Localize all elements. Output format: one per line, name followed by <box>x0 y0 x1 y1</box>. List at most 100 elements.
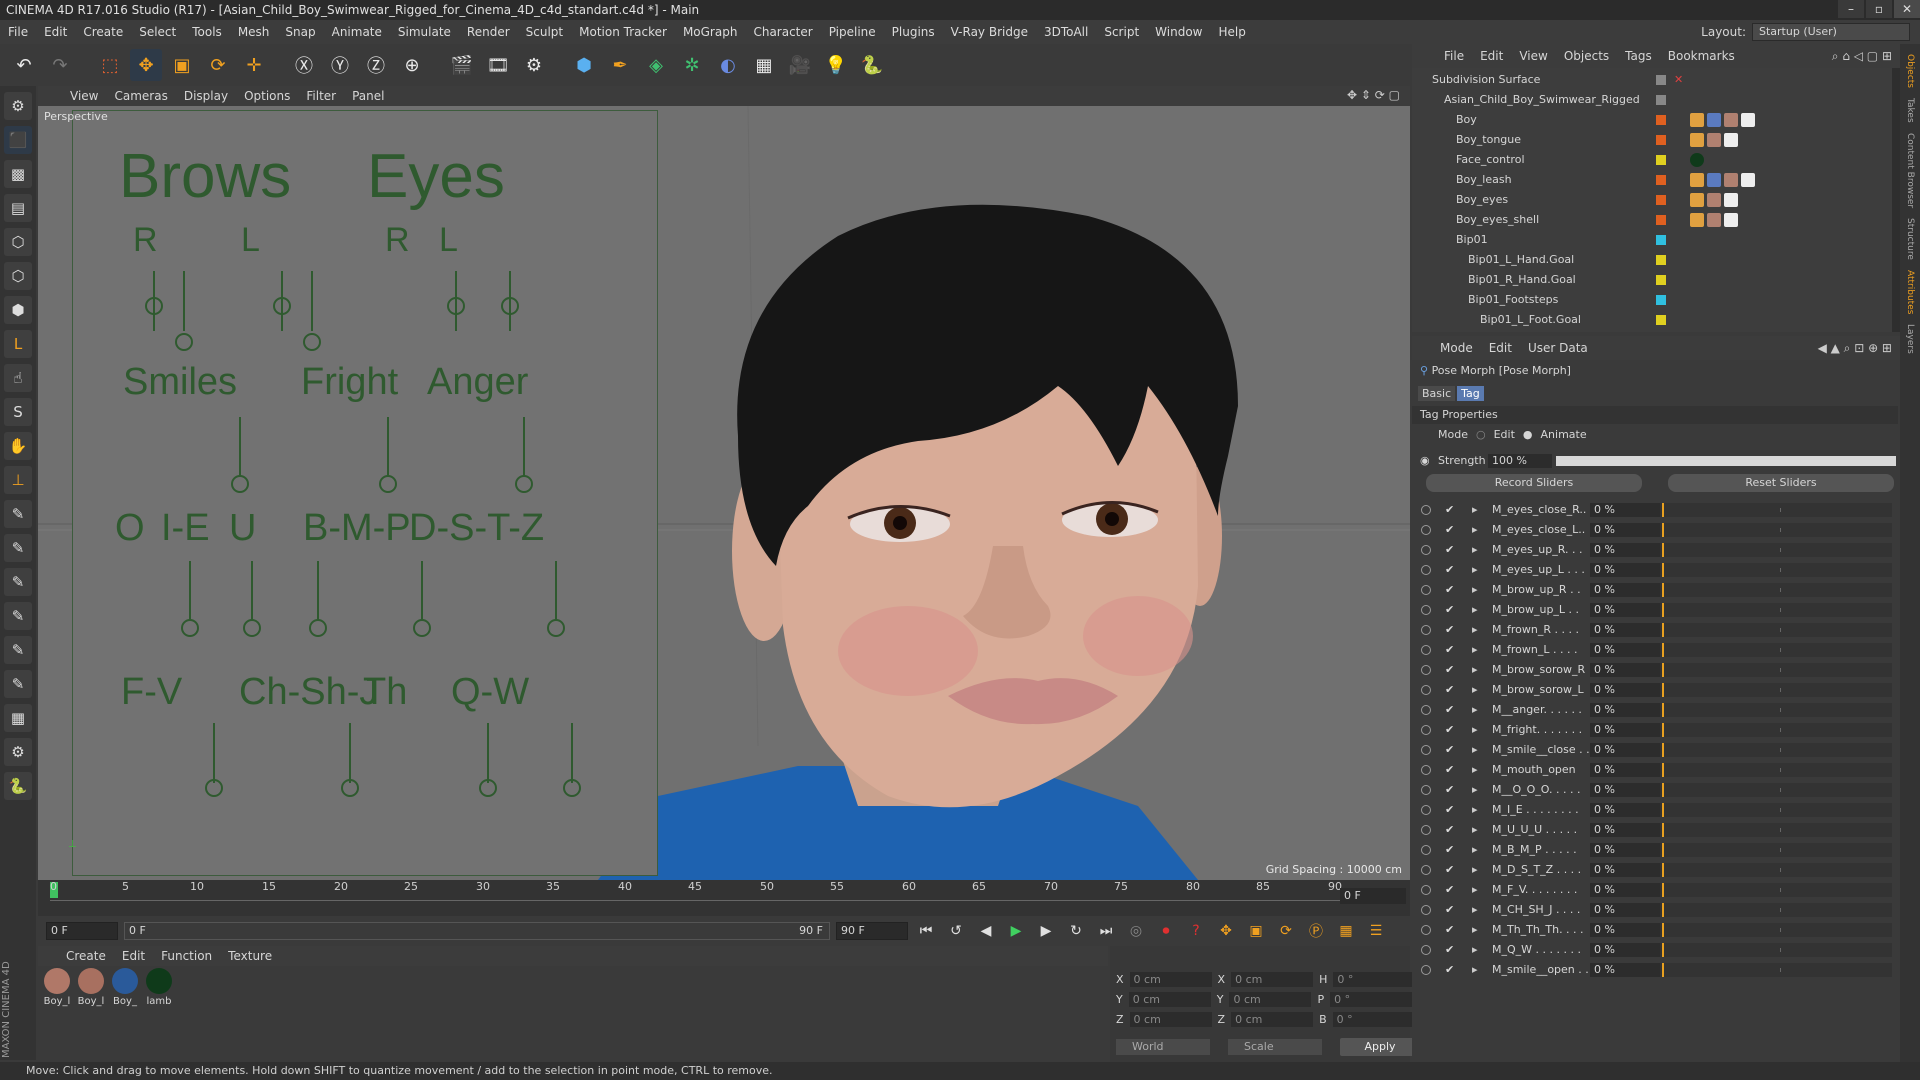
morph-slider-bar[interactable] <box>1660 543 1892 557</box>
menu-animate[interactable]: Animate <box>324 25 390 39</box>
position-y-field[interactable]: 0 cm <box>1128 992 1211 1007</box>
morph-slider-row[interactable]: ✔ ▸ M_B_M_P . . . . . 0 % <box>1412 840 1898 860</box>
apply-button[interactable]: Apply <box>1340 1038 1420 1056</box>
morph-slider-value-field[interactable]: 0 % <box>1590 743 1664 757</box>
phoneme-o-slider-knob[interactable] <box>181 619 199 637</box>
enabled-checkbox[interactable]: ✔ <box>1445 660 1454 680</box>
lock-workplane-icon[interactable]: ✋ <box>4 432 32 460</box>
material-menu-function[interactable]: Function <box>153 949 220 963</box>
menu-edit[interactable]: Edit <box>36 25 75 39</box>
radio-edit-icon[interactable]: ○ <box>1476 428 1486 441</box>
morph-slider-value-field[interactable]: 0 % <box>1590 863 1664 877</box>
attribute-nav-icons[interactable]: ◀ ▲ ⌕ ⊡ ⊕ ⊞ <box>1818 341 1892 356</box>
visibility-eye-icon[interactable] <box>1421 785 1431 795</box>
enabled-checkbox[interactable]: ✔ <box>1445 740 1454 760</box>
morph-slider-row[interactable]: ✔ ▸ M_Q_W . . . . . . . 0 % <box>1412 940 1898 960</box>
strength-eye-icon[interactable]: ◉ <box>1420 452 1430 470</box>
object-menu-view[interactable]: View <box>1511 49 1555 63</box>
timeline-icon[interactable]: ☰ <box>1364 919 1388 943</box>
brush-icon[interactable]: ✎ <box>4 670 32 698</box>
scale-key-icon[interactable]: ▣ <box>1244 919 1268 943</box>
morph-slider-value-field[interactable]: 0 % <box>1590 523 1664 537</box>
strength-field[interactable]: 100 % <box>1488 454 1552 468</box>
material-item[interactable]: Boy_ <box>110 966 140 1007</box>
material-menu-texture[interactable]: Texture <box>220 949 280 963</box>
morph-slider-bar[interactable] <box>1660 783 1892 797</box>
morph-slider-bar[interactable] <box>1660 963 1892 977</box>
brow-l2-slider-knob[interactable] <box>303 333 321 351</box>
live-selection-icon[interactable]: ⬚ <box>94 49 126 81</box>
menu-sculpt[interactable]: Sculpt <box>518 25 571 39</box>
menu-script[interactable]: Script <box>1096 25 1147 39</box>
morph-slider-row[interactable]: ✔ ▸ M_D_S_T_Z . . . . 0 % <box>1412 860 1898 880</box>
morph-slider-bar[interactable] <box>1660 883 1892 897</box>
object-row[interactable]: Boy_leash <box>1412 170 1890 190</box>
morph-slider-row[interactable]: ✔ ▸ M_smile__open . .0 % <box>1412 960 1898 980</box>
morph-slider-row[interactable]: ✔ ▸ M_mouth_open 0 % <box>1412 760 1898 780</box>
morph-slider-value-field[interactable]: 0 % <box>1590 803 1664 817</box>
radio-animate-icon[interactable]: ● <box>1523 428 1533 441</box>
brush-icon[interactable]: ✎ <box>4 500 32 528</box>
visibility-eye-icon[interactable] <box>1421 825 1431 835</box>
morph-slider-row[interactable]: ✔ ▸ M_brow_sorow_R 0 % <box>1412 660 1898 680</box>
menu-snap[interactable]: Snap <box>277 25 323 39</box>
enabled-checkbox[interactable]: ✔ <box>1445 580 1454 600</box>
phoneme-fv-slider-knob[interactable] <box>205 779 223 797</box>
move-icon[interactable]: ✥ <box>130 49 162 81</box>
enabled-checkbox[interactable]: ✔ <box>1445 680 1454 700</box>
object-menu-objects[interactable]: Objects <box>1556 49 1617 63</box>
render-settings-icon[interactable]: ⚙ <box>518 49 550 81</box>
morph-slider-row[interactable]: ✔ ▸ M__anger. . . . . . 0 % <box>1412 700 1898 720</box>
x-axis-icon[interactable]: Ⓧ <box>288 49 320 81</box>
morph-slider-value-field[interactable]: 0 % <box>1590 883 1664 897</box>
object-manager-search-icon[interactable]: ⌕ ⌂ ◁ ▢ ⊞ <box>1832 49 1892 64</box>
redo-icon[interactable]: ↷ <box>44 49 76 81</box>
previous-frame-icon[interactable]: ◀ <box>974 919 998 943</box>
morph-slider-value-field[interactable]: 0 % <box>1590 563 1664 577</box>
render-view-icon[interactable]: 🎬 <box>446 49 478 81</box>
visibility-eye-icon[interactable] <box>1421 665 1431 675</box>
object-row[interactable]: Bip01 <box>1412 230 1890 250</box>
object-row[interactable]: Face_control <box>1412 150 1890 170</box>
viewport-menu-cameras[interactable]: Cameras <box>106 89 175 103</box>
rotate-icon[interactable]: ⟳ <box>202 49 234 81</box>
morph-slider-value-field[interactable]: 0 % <box>1590 603 1664 617</box>
brush-icon[interactable]: ✎ <box>4 568 32 596</box>
morph-slider-row[interactable]: ✔ ▸ M_frown_R . . . . 0 % <box>1412 620 1898 640</box>
morph-slider-bar[interactable] <box>1660 823 1892 837</box>
visibility-eye-icon[interactable] <box>1421 525 1431 535</box>
size-y-field[interactable]: 0 cm <box>1229 992 1312 1007</box>
enabled-checkbox[interactable]: ✔ <box>1445 920 1454 940</box>
morph-slider-bar[interactable] <box>1660 843 1892 857</box>
tab-content-browser[interactable]: Content Browser <box>1905 133 1915 208</box>
recent-tool-icon[interactable]: ✛ <box>238 49 270 81</box>
record-sliders-button[interactable]: Record Sliders <box>1426 474 1642 492</box>
tab-objects[interactable]: Objects <box>1905 54 1915 88</box>
morph-slider-value-field[interactable]: 0 % <box>1590 843 1664 857</box>
enabled-checkbox[interactable]: ✔ <box>1445 800 1454 820</box>
morph-slider-bar[interactable] <box>1660 643 1892 657</box>
menu-mograph[interactable]: MoGraph <box>675 25 746 39</box>
morph-slider-value-field[interactable]: 0 % <box>1590 923 1664 937</box>
go-to-start-icon[interactable]: ⏮ <box>914 919 938 943</box>
deformer-icon[interactable]: ◐ <box>712 49 744 81</box>
morph-slider-row[interactable]: ✔ ▸ M_eyes_close_R.. 0 % <box>1412 500 1898 520</box>
object-row[interactable]: Bip01_R_Hand.Goal <box>1412 270 1890 290</box>
tab-layers[interactable]: Layers <box>1905 324 1915 354</box>
morph-slider-bar[interactable] <box>1660 803 1892 817</box>
morph-slider-bar[interactable] <box>1660 703 1892 717</box>
visibility-eye-icon[interactable] <box>1421 725 1431 735</box>
object-row[interactable]: Boy_eyes <box>1412 190 1890 210</box>
menu-pipeline[interactable]: Pipeline <box>821 25 884 39</box>
y-axis-icon[interactable]: Ⓨ <box>324 49 356 81</box>
morph-slider-bar[interactable] <box>1660 763 1892 777</box>
morph-slider-row[interactable]: ✔ ▸ M_eyes_up_R. . . 0 % <box>1412 540 1898 560</box>
object-row[interactable]: Bip01_Footsteps <box>1412 290 1890 310</box>
brow-r-slider-knob[interactable] <box>145 297 163 315</box>
object-menu-edit[interactable]: Edit <box>1472 49 1511 63</box>
undo-icon[interactable]: ↶ <box>8 49 40 81</box>
morph-slider-row[interactable]: ✔ ▸ M_U_U_U . . . . . 0 % <box>1412 820 1898 840</box>
coordinate-system-icon[interactable]: ⊕ <box>396 49 428 81</box>
enabled-checkbox[interactable]: ✔ <box>1445 860 1454 880</box>
layout-dropdown[interactable]: Startup (User) <box>1752 23 1910 41</box>
